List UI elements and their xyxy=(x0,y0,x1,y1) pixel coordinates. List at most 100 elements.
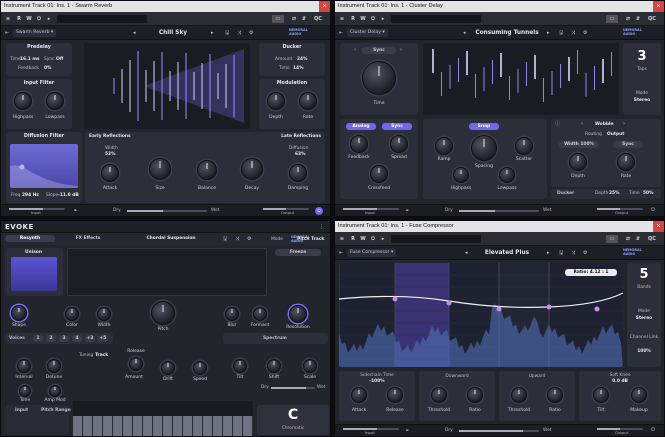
ratio-knob-2[interactable] xyxy=(547,387,563,403)
sync-button[interactable]: Sync xyxy=(382,123,412,130)
black-key[interactable] xyxy=(130,401,136,415)
white-key[interactable] xyxy=(83,416,93,436)
voice-3[interactable]: 3 xyxy=(59,335,69,342)
next-preset-icon[interactable]: ▸ xyxy=(211,30,214,36)
chevron-left-icon[interactable]: ‹ xyxy=(354,47,356,53)
white-key[interactable] xyxy=(103,416,113,436)
prev-preset-icon[interactable]: ◂ xyxy=(133,30,136,36)
play-icon[interactable]: ▸ xyxy=(379,235,387,243)
white-key[interactable] xyxy=(213,416,223,436)
voice-6[interactable]: +5 xyxy=(98,335,108,342)
gear-icon[interactable]: ⚙ xyxy=(583,30,587,36)
resolution-knob[interactable] xyxy=(289,305,307,323)
preset-menu-icon[interactable]: ≡ xyxy=(338,235,346,243)
pitch-knob[interactable] xyxy=(151,301,175,325)
sync-toggle[interactable]: Sync xyxy=(362,47,396,54)
highpass-knob[interactable] xyxy=(14,92,32,110)
white-key[interactable] xyxy=(223,416,233,436)
shuffle-icon[interactable]: ⤨ xyxy=(571,30,575,36)
attack-knob[interactable] xyxy=(351,387,367,403)
random-icon[interactable]: ⇄ xyxy=(624,235,632,243)
preset-field[interactable] xyxy=(391,15,481,23)
detune-knob[interactable] xyxy=(47,359,61,373)
size-knob[interactable] xyxy=(149,158,171,180)
write-button[interactable]: W xyxy=(25,15,33,23)
close-icon[interactable]: × xyxy=(653,1,664,12)
black-key[interactable] xyxy=(190,401,196,415)
tilt-knob[interactable] xyxy=(233,359,247,373)
crossfeed-knob[interactable] xyxy=(370,165,388,183)
width-knob[interactable] xyxy=(97,307,111,321)
close-icon[interactable]: × xyxy=(319,1,330,12)
ratio-readout[interactable]: Ratio: 4.12 : 1 xyxy=(565,269,617,276)
link-icon[interactable]: ⚭ xyxy=(405,208,409,214)
white-key[interactable] xyxy=(243,416,253,436)
preset-field[interactable] xyxy=(57,15,147,23)
random-icon[interactable]: ⇄ xyxy=(624,15,632,23)
tilt-knob[interactable] xyxy=(593,387,609,403)
tone-knob[interactable] xyxy=(19,385,31,397)
play-icon[interactable]: ▸ xyxy=(45,15,53,23)
qc-button[interactable]: QC xyxy=(646,15,658,23)
bands-count[interactable]: 5 xyxy=(627,267,661,282)
white-key[interactable] xyxy=(123,416,133,436)
shuffle-icon[interactable]: ⤨ xyxy=(235,236,239,242)
snap-toggle[interactable]: Snap xyxy=(469,123,499,130)
power-icon[interactable]: ⏻ xyxy=(651,427,655,433)
shift-knob[interactable] xyxy=(267,359,281,373)
voice-4[interactable]: 4 xyxy=(72,335,82,342)
bypass-icon[interactable]: ⏻ xyxy=(369,15,377,23)
white-key[interactable] xyxy=(153,416,163,436)
scatter-knob[interactable] xyxy=(515,137,533,155)
dry-wet-slider[interactable] xyxy=(271,387,315,389)
piano-keyboard[interactable] xyxy=(73,401,253,436)
ramp-knob[interactable] xyxy=(435,137,453,155)
interval-knob[interactable] xyxy=(17,359,31,373)
preset-field[interactable] xyxy=(391,235,481,243)
damping-knob[interactable] xyxy=(289,164,307,182)
rate-knob[interactable] xyxy=(617,153,635,171)
write-button[interactable]: W xyxy=(359,15,367,23)
shuffle-icon[interactable]: ⤨ xyxy=(571,250,575,256)
black-key[interactable] xyxy=(180,401,186,415)
color-knob[interactable] xyxy=(65,307,79,321)
preset-name[interactable]: Chordal Suspension xyxy=(131,236,211,241)
freeze-button[interactable]: Freeze xyxy=(275,249,321,256)
white-key[interactable] xyxy=(173,416,183,436)
window-title-bar[interactable]: Instrument Track 01: Ins. 1 - Fuse Compr… xyxy=(335,221,664,232)
power-icon[interactable]: ⏻ xyxy=(651,207,655,213)
formant-knob[interactable] xyxy=(253,307,267,321)
back-icon[interactable]: ⇤ xyxy=(5,30,9,36)
next-preset-icon[interactable]: ▸ xyxy=(547,30,550,36)
settings-icon[interactable]: ▭ xyxy=(606,15,618,23)
preset-menu-icon[interactable]: ≡ xyxy=(338,15,346,23)
compare-icon[interactable]: ⇵ xyxy=(300,15,308,23)
sync-toggle-2[interactable]: Sync xyxy=(613,141,643,148)
voice-2[interactable]: 2 xyxy=(46,335,56,342)
lowpass-knob[interactable] xyxy=(46,92,64,110)
play-icon[interactable]: ▸ xyxy=(379,15,387,23)
power-icon[interactable]: ⏻ xyxy=(315,207,323,215)
black-key[interactable] xyxy=(90,401,96,415)
speed-knob[interactable] xyxy=(193,361,207,375)
drift-knob[interactable] xyxy=(161,361,175,375)
bypass-icon[interactable]: ⏻ xyxy=(369,235,377,243)
link-icon[interactable]: ⚭ xyxy=(73,208,77,214)
write-button[interactable]: W xyxy=(359,235,367,243)
plugin-selector[interactable]: Swarm Reverb ▾ xyxy=(13,29,57,37)
band-handle[interactable] xyxy=(546,304,552,310)
bypass-icon[interactable]: ⏻ xyxy=(35,15,43,23)
chord-key[interactable]: C xyxy=(257,407,329,423)
save-icon[interactable]: 🖫 xyxy=(559,250,563,256)
voice-5[interactable]: +3 xyxy=(85,335,95,342)
taps-count[interactable]: 3 xyxy=(623,49,661,64)
black-key[interactable] xyxy=(120,401,126,415)
read-button[interactable]: R xyxy=(349,15,357,23)
time-knob[interactable] xyxy=(362,61,396,95)
voice-1[interactable]: 1 xyxy=(33,335,43,342)
white-key[interactable] xyxy=(193,416,203,436)
prev-preset-icon[interactable]: ◂ xyxy=(463,30,466,36)
depth-knob[interactable] xyxy=(267,92,285,110)
dry-wet-slider[interactable] xyxy=(459,430,539,432)
band-handle[interactable] xyxy=(392,296,398,302)
